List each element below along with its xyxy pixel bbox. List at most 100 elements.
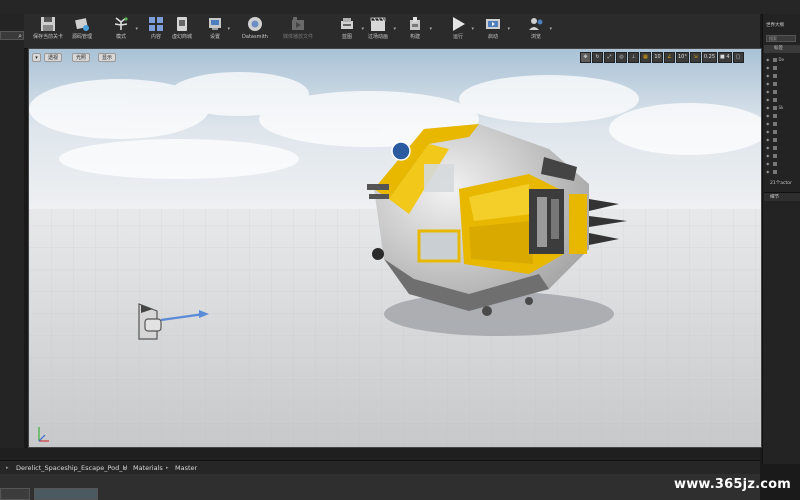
details-tab[interactable]: 细节 [764,192,800,201]
actor-type-icon [772,90,777,94]
visibility-eye-icon[interactable]: ◉ [766,153,770,158]
visibility-eye-icon[interactable]: ◉ [766,169,770,174]
visibility-eye-icon[interactable]: ◉ [766,81,770,86]
play-button[interactable]: 运行 ▾ [446,14,474,48]
visibility-eye-icon[interactable]: ◉ [766,105,770,110]
visibility-eye-icon[interactable]: ◉ [766,89,770,94]
rotation-snap-value[interactable]: 10° [676,52,689,63]
outliner-row[interactable]: ◉ [766,168,800,175]
outliner-row[interactable]: ◉ [766,120,800,127]
select-translate-tool[interactable]: ✥ [580,52,591,63]
visibility-eye-icon[interactable]: ◉ [766,129,770,134]
toolbar-label: 内容 [150,34,161,40]
blueprints-button[interactable]: 蓝图 ▾ [334,14,364,48]
content-button[interactable]: 内容 [144,14,168,48]
breadcrumb-item[interactable]: Materials [133,461,163,475]
outliner-row[interactable]: ◉ [766,80,800,87]
maximize-icon: ▢ [735,54,741,60]
dropdown-arrow-icon: ▾ [507,26,510,32]
marketplace-icon [177,17,187,31]
build-icon [410,17,420,30]
settings-button[interactable]: 设置 ▾ [204,14,230,48]
surface-snapping-toggle[interactable]: ⊥ [628,52,639,63]
outliner-row[interactable]: ◉ [766,152,800,159]
launch-button[interactable]: 启动 ▾ [480,14,510,48]
browse-button[interactable]: 浏览 ▾ [524,14,552,48]
grid-snap-toggle[interactable]: ▦ [640,52,651,63]
breadcrumb-item[interactable]: Master [175,461,197,475]
toolbar-label: 运行 [452,34,463,40]
rotate-tool[interactable]: ↻ [592,52,603,63]
outliner-row[interactable]: ◉ Sk [766,104,800,111]
perspective-button[interactable]: 透视 [44,53,63,62]
scale-tool[interactable]: ⤢ [604,52,615,63]
breadcrumb-separator-icon: ▸ [124,465,127,471]
level-viewport[interactable] [28,48,762,448]
outliner-row[interactable]: ◉ [766,112,800,119]
actor-type-icon [772,122,777,126]
outliner-row[interactable]: ◉ [766,128,800,135]
outliner-row[interactable]: ◉ [766,144,800,151]
outliner-row[interactable]: ◉ [766,96,800,103]
visibility-eye-icon[interactable]: ◉ [766,97,770,102]
outliner-search-input[interactable]: 搜索 [766,35,796,42]
show-button[interactable]: 显示 [98,53,117,62]
grid-snap-value[interactable]: 10 [652,52,663,63]
actor-type-icon [772,146,777,150]
cinematics-icon [370,17,386,31]
rotation-snap-toggle[interactable]: ∠ [664,52,675,63]
modes-button[interactable]: 模式 ▾ [108,14,138,48]
outliner-column-header[interactable]: 标签 [764,45,800,53]
launch-icon [486,19,500,29]
outliner-row[interactable]: ◉ [766,72,800,79]
visibility-eye-icon[interactable]: ◉ [766,137,770,142]
coordinate-system-toggle[interactable]: ◎ [616,52,627,63]
left-search-input[interactable]: ⌕ [0,31,24,40]
world-outliner-tab[interactable]: 世界大纲 [766,22,784,28]
media-player-button[interactable]: 媒体播放文件 [280,14,316,48]
move-icon: ✥ [583,54,588,60]
marketplace-button[interactable]: 虚幻商城 [170,14,194,48]
search-icon: ⌕ [18,32,22,40]
watermark: www.365jz.com [674,477,792,492]
visibility-eye-icon[interactable]: ◉ [766,57,770,62]
toolbar-label: 构建 [409,34,420,40]
maximize-viewport-button[interactable]: ▢ [732,52,744,63]
visibility-eye-icon[interactable]: ◉ [766,121,770,126]
viewport-transform-toolbar: ✥ ↻ ⤢ ◎ ⊥ ▦ 10 ∠ 10° ⇲ 0.25 ■ 4 ▢ [580,52,744,63]
toolbar-label: Datasmith [242,34,268,40]
visibility-eye-icon[interactable]: ◉ [766,113,770,118]
outliner-row[interactable]: ◉ De [766,56,800,63]
scale-icon: ⤢ [607,54,612,60]
asset-thumbnail[interactable] [34,488,98,500]
breadcrumb-separator-icon: ▸ [6,465,9,471]
cinematics-button[interactable]: 过场动画 ▾ [364,14,396,48]
scale-snap-icon: ⇲ [693,54,698,60]
scale-snap-toggle[interactable]: ⇲ [689,52,701,63]
outliner-row[interactable]: ◉ [766,88,800,95]
source-control-button[interactable]: 源码管理 [68,14,96,48]
scale-snap-value[interactable]: 0.25 [701,52,718,63]
lit-mode-button[interactable]: 光照 [72,53,91,62]
dropdown-arrow-icon: ▾ [393,26,396,32]
viewport-options-button[interactable]: ▾ [32,53,41,62]
camera-speed-button[interactable]: ■ 4 [718,52,732,63]
asset-thumbnail[interactable] [0,488,30,500]
save-current-level-button[interactable]: 保存当前关卡 [30,14,66,48]
dropdown-arrow-icon: ▾ [549,26,552,32]
visibility-eye-icon[interactable]: ◉ [766,73,770,78]
build-button[interactable]: 构建 ▾ [402,14,432,48]
datasmith-button[interactable]: Datasmith [240,14,270,48]
outliner-row[interactable]: ◉ [766,64,800,71]
modes-icon [114,17,128,30]
left-panel [0,14,24,464]
outliner-row[interactable]: ◉ [766,160,800,167]
dropdown-arrow-icon: ▾ [35,55,38,61]
outliner-row[interactable]: ◉ [766,136,800,143]
visibility-eye-icon[interactable]: ◉ [766,65,770,70]
breadcrumb-item[interactable]: Derelict_Spaceship_Escape_Pod_U [16,461,127,475]
viewport-scene[interactable] [29,49,762,448]
visibility-eye-icon[interactable]: ◉ [766,161,770,166]
settings-icon [209,18,221,30]
visibility-eye-icon[interactable]: ◉ [766,145,770,150]
